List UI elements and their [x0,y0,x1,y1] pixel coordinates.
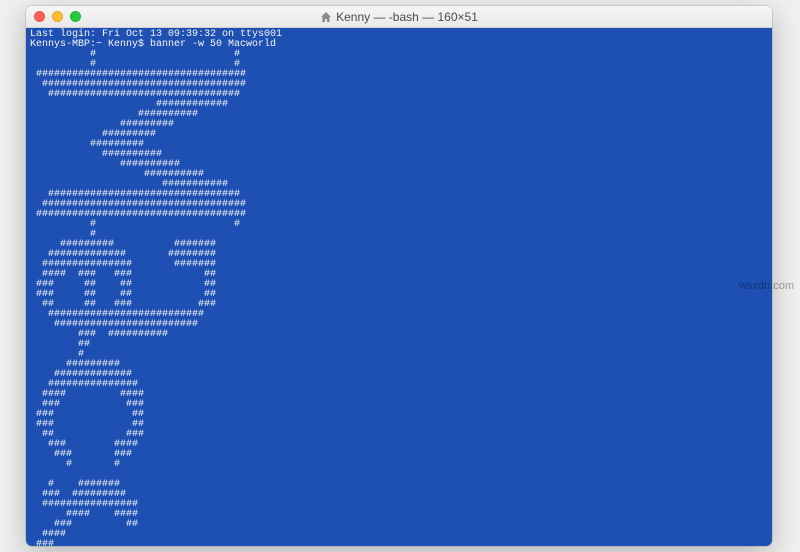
window-title-text: Kenny — -bash — 160×51 [336,10,478,24]
traffic-lights [26,11,81,22]
banner-output: # # # # ################################… [30,49,252,546]
minimize-button[interactable] [52,11,63,22]
close-button[interactable] [34,11,45,22]
maximize-button[interactable] [70,11,81,22]
home-icon [320,12,332,22]
watermark: wsxdn.com [739,280,794,292]
terminal-body[interactable]: Last login: Fri Oct 13 09:39:32 on ttys0… [26,28,772,546]
titlebar[interactable]: Kenny — -bash — 160×51 [26,6,772,28]
terminal-window: Kenny — -bash — 160×51 Last login: Fri O… [26,6,772,546]
window-title: Kenny — -bash — 160×51 [26,10,772,24]
